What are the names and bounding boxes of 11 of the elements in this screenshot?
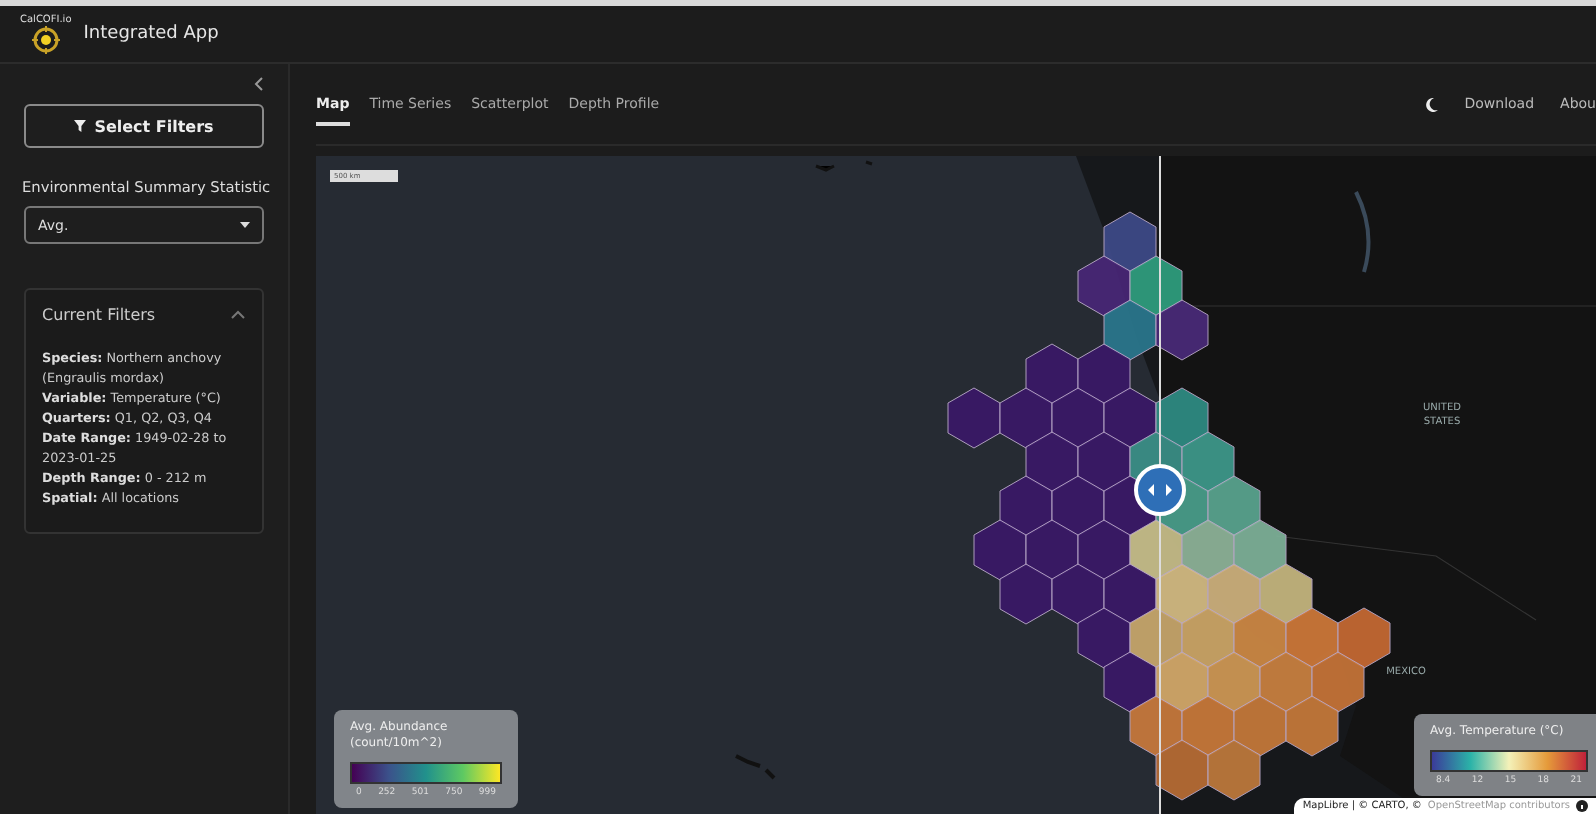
select-filters-button[interactable]: Select Filters — [24, 104, 264, 148]
collapse-chevron-icon[interactable] — [254, 76, 264, 92]
filter-icon — [74, 120, 87, 132]
info-icon[interactable] — [1576, 800, 1588, 812]
card-title: Current Filters — [42, 306, 156, 324]
app-title: Integrated App — [83, 24, 219, 44]
caret-icon — [240, 222, 250, 228]
moon-icon[interactable] — [1426, 97, 1439, 111]
chevron-icon[interactable] — [230, 310, 246, 320]
left-right-arrows-icon — [1148, 484, 1172, 496]
compass-logo-icon — [29, 25, 62, 53]
